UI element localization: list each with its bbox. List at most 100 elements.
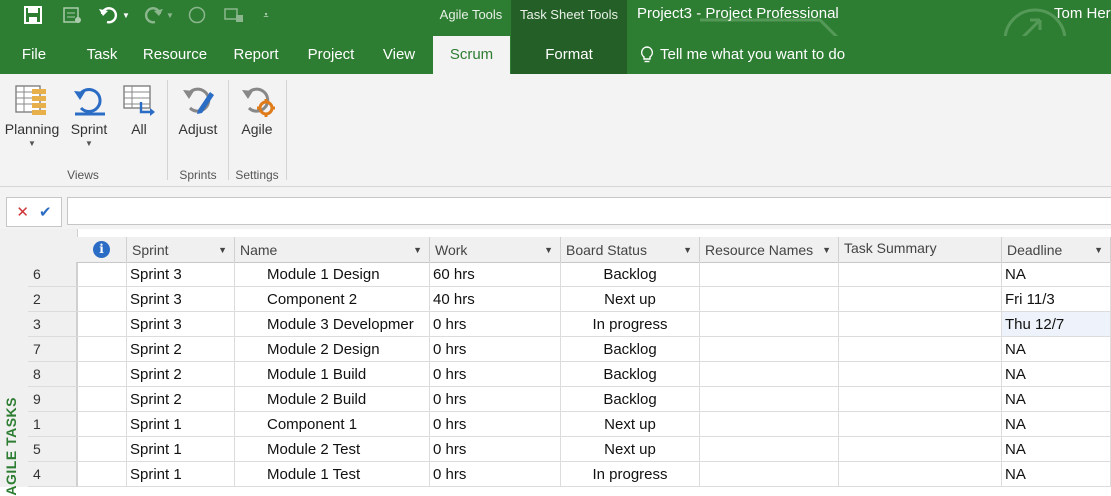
task-summary-cell[interactable]	[839, 462, 1002, 487]
indicators-cell[interactable]	[77, 287, 127, 312]
table-row[interactable]: 4 Sprint 1 Module 1 Test 0 hrs In progre…	[28, 462, 1111, 487]
name-cell[interactable]: Module 1 Test	[235, 462, 430, 487]
work-column-header[interactable]: Work ▼	[430, 237, 561, 262]
work-cell[interactable]: 0 hrs	[430, 412, 561, 437]
tab-scrum[interactable]: Scrum	[433, 36, 510, 74]
sprint-button[interactable]: Sprint ▼	[64, 80, 114, 148]
task-summary-cell[interactable]	[839, 262, 1002, 287]
resource-names-cell[interactable]	[700, 312, 839, 337]
row-id[interactable]: 6	[28, 262, 77, 287]
work-cell[interactable]: 0 hrs	[430, 462, 561, 487]
table-row[interactable]: 8 Sprint 2 Module 1 Build 0 hrs Backlog …	[28, 362, 1111, 387]
deadline-cell[interactable]: NA	[1002, 337, 1111, 362]
row-id[interactable]: 3	[28, 312, 77, 337]
task-summary-cell[interactable]	[839, 362, 1002, 387]
sprint-cell[interactable]: Sprint 1	[127, 437, 235, 462]
tab-report[interactable]: Report	[224, 36, 288, 74]
deadline-cell[interactable]: NA	[1002, 412, 1111, 437]
tab-task[interactable]: Task	[78, 36, 126, 74]
save-icon[interactable]	[22, 4, 44, 26]
customize-qat-icon[interactable]: ⩡	[258, 4, 274, 26]
row-id[interactable]: 2	[28, 287, 77, 312]
chevron-down-icon[interactable]: ▼	[1094, 237, 1103, 262]
name-cell[interactable]: Module 2 Test	[235, 437, 430, 462]
table-row[interactable]: 1 Sprint 1 Component 1 0 hrs Next up NA	[28, 412, 1111, 437]
entry-input[interactable]	[67, 197, 1111, 225]
work-cell[interactable]: 0 hrs	[430, 362, 561, 387]
board-status-cell[interactable]: Backlog	[561, 337, 700, 362]
resource-names-cell[interactable]	[700, 287, 839, 312]
row-id[interactable]: 4	[28, 462, 77, 487]
sprint-cell[interactable]: Sprint 2	[127, 387, 235, 412]
deadline-cell[interactable]: NA	[1002, 437, 1111, 462]
deadline-cell[interactable]: NA	[1002, 262, 1111, 287]
indicators-cell[interactable]	[77, 262, 127, 287]
undo-icon[interactable]: ▼	[97, 4, 131, 26]
tab-view[interactable]: View	[376, 36, 422, 74]
indicators-cell[interactable]	[77, 462, 127, 487]
resource-names-column-header[interactable]: Resource Names ▼	[700, 237, 839, 262]
sprint-cell[interactable]: Sprint 2	[127, 362, 235, 387]
resource-names-cell[interactable]	[700, 337, 839, 362]
deadline-cell[interactable]: Thu 12/7	[1002, 312, 1111, 337]
redo-icon[interactable]: ▼	[141, 4, 175, 26]
name-cell[interactable]: Module 2 Build	[235, 387, 430, 412]
board-status-cell[interactable]: Backlog	[561, 387, 700, 412]
deadline-cell[interactable]: NA	[1002, 362, 1111, 387]
task-summary-cell[interactable]	[839, 437, 1002, 462]
sprint-cell[interactable]: Sprint 3	[127, 312, 235, 337]
task-summary-cell[interactable]	[839, 412, 1002, 437]
table-row[interactable]: 3 Sprint 3 Module 3 Developmer 0 hrs In …	[28, 312, 1111, 337]
board-status-cell[interactable]: In progress	[561, 312, 700, 337]
board-status-column-header[interactable]: Board Status ▼	[561, 237, 700, 262]
indicators-cell[interactable]	[77, 312, 127, 337]
circle-icon[interactable]	[186, 4, 208, 26]
cancel-entry-icon[interactable]: ✕	[16, 203, 29, 221]
chevron-down-icon[interactable]: ▼	[413, 237, 422, 262]
row-id[interactable]: 5	[28, 437, 77, 462]
row-id[interactable]: 1	[28, 412, 77, 437]
resource-names-cell[interactable]	[700, 437, 839, 462]
sprint-column-header[interactable]: Sprint ▼	[127, 237, 235, 262]
board-status-cell[interactable]: Backlog	[561, 262, 700, 287]
agile-settings-button[interactable]: Agile	[232, 80, 282, 137]
deadline-column-header[interactable]: Deadline ▼	[1002, 237, 1111, 262]
tab-resource[interactable]: Resource	[138, 36, 212, 74]
sprint-cell[interactable]: Sprint 1	[127, 462, 235, 487]
sprint-cell[interactable]: Sprint 1	[127, 412, 235, 437]
table-row[interactable]: 5 Sprint 1 Module 2 Test 0 hrs Next up N…	[28, 437, 1111, 462]
deadline-cell[interactable]: Fri 11/3	[1002, 287, 1111, 312]
chevron-down-icon[interactable]: ▼	[822, 237, 831, 262]
tab-file[interactable]: File	[10, 36, 58, 74]
task-summary-column-header[interactable]: Task Summary	[839, 237, 1002, 262]
indicators-cell[interactable]	[77, 412, 127, 437]
indicators-cell[interactable]	[77, 387, 127, 412]
deadline-cell[interactable]: NA	[1002, 387, 1111, 412]
chevron-down-icon[interactable]: ▼	[218, 237, 227, 262]
view-icon[interactable]	[222, 4, 246, 26]
all-button[interactable]: All	[116, 80, 162, 137]
planning-button[interactable]: Planning ▼	[2, 80, 62, 148]
resource-names-cell[interactable]	[700, 362, 839, 387]
deadline-cell[interactable]: NA	[1002, 462, 1111, 487]
board-status-cell[interactable]: Next up	[561, 412, 700, 437]
row-id[interactable]: 8	[28, 362, 77, 387]
resource-names-cell[interactable]	[700, 262, 839, 287]
resource-names-cell[interactable]	[700, 412, 839, 437]
name-cell[interactable]: Module 3 Developmer	[235, 312, 430, 337]
indicators-cell[interactable]	[77, 337, 127, 362]
resource-names-cell[interactable]	[700, 462, 839, 487]
board-status-cell[interactable]: Backlog	[561, 362, 700, 387]
name-cell[interactable]: Module 2 Design	[235, 337, 430, 362]
name-cell[interactable]: Component 2	[235, 287, 430, 312]
board-status-cell[interactable]: Next up	[561, 437, 700, 462]
user-name[interactable]: Tom Her	[1054, 5, 1111, 22]
name-cell[interactable]: Component 1	[235, 412, 430, 437]
row-id[interactable]: 9	[28, 387, 77, 412]
work-cell[interactable]: 0 hrs	[430, 387, 561, 412]
task-summary-cell[interactable]	[839, 337, 1002, 362]
tell-me-box[interactable]: Tell me what you want to do	[640, 36, 845, 74]
work-cell[interactable]: 0 hrs	[430, 312, 561, 337]
row-id[interactable]: 7	[28, 337, 77, 362]
task-summary-cell[interactable]	[839, 387, 1002, 412]
